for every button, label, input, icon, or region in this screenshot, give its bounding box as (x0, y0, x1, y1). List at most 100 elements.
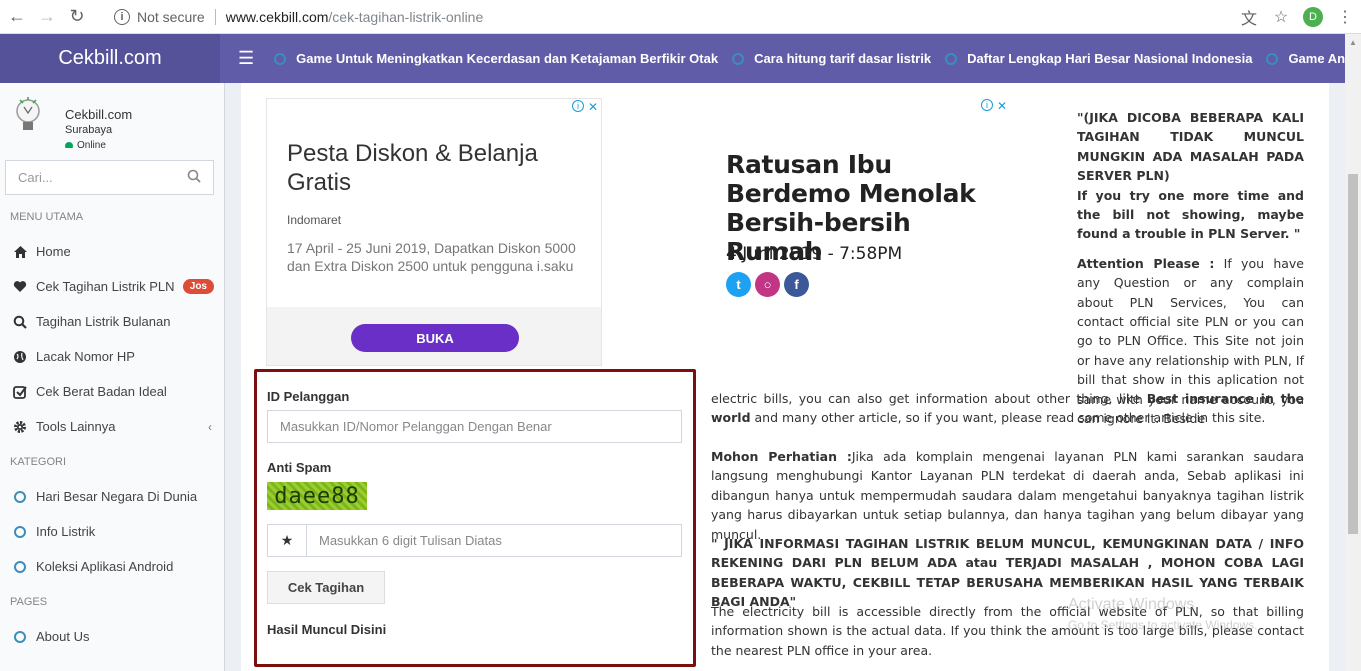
id-pelanggan-input[interactable]: Masukkan ID/Nomor Pelanggan Dengan Benar (267, 410, 682, 443)
avatar: D (1303, 7, 1323, 27)
ticker-label: Daftar Lengkap Hari Besar Nasional Indon… (967, 51, 1253, 66)
check-square-icon (12, 385, 28, 399)
ticker-item[interactable]: Cara hitung tarif dasar listrik (732, 51, 931, 66)
adchoices-info-icon[interactable]: i (980, 99, 993, 111)
circle-icon (14, 525, 26, 538)
user-city: Surabaya (65, 124, 113, 136)
captcha-input[interactable]: Masukkan 6 digit Tulisan Diatas (306, 524, 682, 557)
ad-choices[interactable]: i ✕ (980, 99, 1007, 113)
sidebar-item-label: About Us (36, 629, 90, 644)
reload-icon[interactable]: ↻ (64, 4, 90, 30)
site-logo[interactable]: Cekbill.com (0, 34, 220, 83)
sidebar-item-berat-badan[interactable]: Cek Berat Badan Ideal (0, 374, 224, 409)
adchoices-info-icon[interactable]: i (571, 100, 584, 112)
browser-toolbar: ← → ↻ i Not secure www.cekbill.com/cek-t… (0, 0, 1361, 34)
circle-icon (14, 560, 26, 573)
sidebar-item-home[interactable]: Home (0, 234, 224, 269)
scroll-thumb[interactable] (1348, 174, 1358, 534)
divider (214, 9, 216, 25)
circle-icon (14, 490, 26, 503)
search-input[interactable]: Cari... (5, 160, 214, 195)
ad-banner-right[interactable]: i ✕ Ratusan Ibu Berdemo Menolak Bersih-be… (710, 98, 1010, 308)
bill-check-form: ID Pelanggan Masukkan ID/Nomor Pelanggan… (254, 369, 696, 667)
facebook-icon[interactable]: f (784, 272, 809, 297)
sidebar-item-tools[interactable]: Tools Lainnya ‹ (0, 409, 224, 444)
chevron-left-icon: ‹ (208, 419, 212, 434)
captcha-image: daee88 (267, 482, 367, 510)
address-bar[interactable]: i Not secure www.cekbill.com/cek-tagihan… (100, 3, 1290, 31)
menu-header: MENU UTAMA (10, 210, 84, 223)
activate-windows-sub: Go to Settings to activate Windows. (1068, 618, 1258, 632)
ad-choices[interactable]: i ✕ (571, 100, 598, 114)
forward-arrow-icon[interactable]: → (34, 4, 60, 30)
ticker-label: Game Untuk Meningkatkan Kecerdasan dan K… (296, 51, 719, 66)
ticker-item[interactable]: Daftar Lengkap Hari Besar Nasional Indon… (945, 51, 1252, 66)
instagram-icon[interactable]: ○ (755, 272, 780, 297)
mohon-paragraph: Mohon Perhatian :Jika ada komplain menge… (711, 447, 1304, 544)
url-host: www.cekbill.com (225, 9, 329, 25)
home-icon (12, 245, 28, 259)
info-icon[interactable]: i (114, 9, 130, 25)
ad-title: Pesta Diskon & Belanja Gratis (287, 140, 538, 196)
warning-column: "(JIKA DICOBA BEBERAPA KALI TAGIHAN TIDA… (1077, 108, 1304, 429)
status-dot-icon (65, 141, 73, 148)
warning-2: " JIKA INFORMASI TAGIHAN LISTRIK BELUM M… (711, 536, 1304, 610)
attention-continued: electric bills, you can also get informa… (711, 389, 1304, 428)
ad-brand: Indomaret (287, 213, 342, 227)
pages-header: PAGES (10, 595, 48, 608)
profile-button[interactable]: D (1297, 7, 1329, 27)
twitter-icon[interactable]: t (726, 272, 751, 297)
ad-banner-left[interactable]: Pesta Diskon & Belanja Gratis Indomaret … (266, 98, 602, 366)
input-placeholder: Masukkan 6 digit Tulisan Diatas (319, 533, 502, 548)
sidebar-item-label: Cek Tagihan Listrik PLN (36, 279, 175, 294)
close-icon[interactable]: ✕ (588, 100, 598, 114)
page-scrollbar[interactable]: ▲ (1345, 34, 1361, 671)
user-name: Cekbill.com (65, 107, 133, 122)
cek-tagihan-button[interactable]: Cek Tagihan (267, 571, 385, 604)
attention-cont: electric bills, you can also get informa… (711, 391, 1147, 406)
ticker-label: Cara hitung tarif dasar listrik (754, 51, 932, 66)
sidebar-item-cek-tagihan[interactable]: Cek Tagihan Listrik PLN Jos (0, 269, 224, 304)
scroll-up-arrow-icon[interactable]: ▲ (1349, 38, 1357, 47)
kategori-header: KATEGORI (10, 455, 67, 468)
heart-icon (12, 280, 28, 293)
status-badge: Jos (182, 279, 214, 294)
status-label: Online (77, 140, 106, 148)
user-panel: Cekbill.com Surabaya Online (0, 83, 224, 148)
sidebar-item-koleksi-aplikasi[interactable]: Koleksi Aplikasi Android (0, 549, 224, 584)
ad-open-button[interactable]: BUKA (351, 324, 519, 352)
star-icon[interactable]: ☆ (1265, 7, 1297, 27)
ticker-item[interactable]: Game Untuk Meningkatkan Kecerdasan dan K… (274, 51, 718, 66)
close-icon[interactable]: ✕ (997, 99, 1007, 113)
circle-icon (1266, 52, 1279, 65)
cog-icon (12, 420, 28, 434)
sidebar-item-tagihan-bulanan[interactable]: Tagihan Listrik Bulanan (0, 304, 224, 339)
hamburger-menu-icon[interactable]: ☰ (238, 48, 254, 69)
kebab-menu-icon[interactable]: ⋮ (1329, 7, 1361, 27)
search-icon[interactable] (187, 169, 201, 186)
security-label: Not secure (137, 9, 205, 25)
search-placeholder: Cari... (18, 170, 53, 185)
circle-icon (14, 630, 26, 643)
sidebar-item-about[interactable]: About Us (0, 619, 224, 654)
star-icon: ★ (267, 524, 307, 557)
ad-date: 4 Juni 2019 - 7:58PM (726, 244, 903, 264)
activate-windows-title: Activate Windows (1068, 596, 1195, 613)
back-arrow-icon[interactable]: ← (4, 4, 30, 30)
ticker-item[interactable]: Game Android Jelek (1266, 51, 1345, 66)
ad-description: 17 April - 25 Juni 2019, Dapatkan Diskon… (287, 240, 576, 274)
sidebar-item-info-listrik[interactable]: Info Listrik (0, 514, 224, 549)
id-pelanggan-label: ID Pelanggan (267, 389, 350, 404)
sidebar-item-hari-besar[interactable]: Hari Besar Negara Di Dunia (0, 479, 224, 514)
lightbulb-icon (10, 95, 46, 139)
globe-icon (12, 350, 28, 364)
sidebar-item-label: Tools Lainnya (36, 419, 116, 434)
warning-id: "(JIKA DICOBA BEBERAPA KALI TAGIHAN TIDA… (1077, 110, 1304, 184)
warning-en: If you try one more time and the bill no… (1077, 187, 1304, 242)
attention-label: Attention Please : (1077, 255, 1215, 271)
sidebar-item-label: Hari Besar Negara Di Dunia (36, 489, 198, 504)
translate-icon[interactable]: 文 (1233, 5, 1265, 29)
ticker-label: Game Android Jelek (1288, 51, 1345, 66)
sidebar-item-lacak-nomor[interactable]: Lacak Nomor HP (0, 339, 224, 374)
url-path: /cek-tagihan-listrik-online (328, 9, 484, 25)
